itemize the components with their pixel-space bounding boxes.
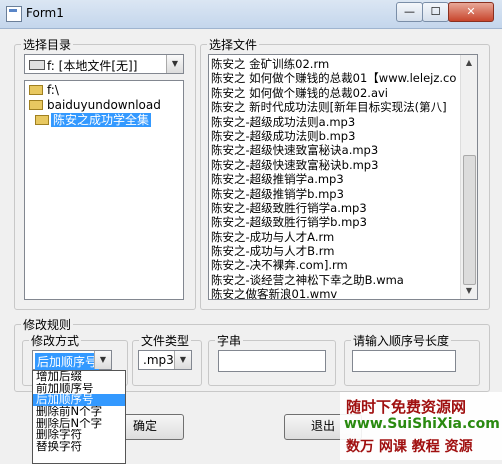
file-list-item[interactable]: 陈安之 如何做个赚钱的总裁01【www.lelejz.co xyxy=(211,71,459,85)
dir-item-label: baiduyundownload xyxy=(47,98,161,112)
mode-option[interactable]: 增加后缀 xyxy=(33,371,125,383)
seq-length-input[interactable] xyxy=(352,350,456,372)
window-title: Form1 xyxy=(26,6,64,20)
file-list-item[interactable]: 陈安之-成功与人才A.rm xyxy=(211,230,459,244)
file-list-item[interactable]: 陈安之-成功与人才B.rm xyxy=(211,244,459,258)
file-list-item[interactable]: 陈安之 新时代成功法则[新年目标实现法(第八] xyxy=(211,100,459,114)
file-list-item[interactable]: 陈安之-超级成功法则a.mp3 xyxy=(211,115,459,129)
seq-length-group-label: 请输入顺序号长度 xyxy=(351,332,452,349)
file-group-label: 选择文件 xyxy=(207,36,260,53)
mode-option[interactable]: 替换字符 xyxy=(33,441,125,453)
close-button[interactable]: ✕ xyxy=(448,2,494,22)
dir-item-root[interactable]: f:\ xyxy=(29,83,59,98)
dir-item-label: f:\ xyxy=(47,83,59,97)
maximize-button[interactable]: ☐ xyxy=(422,2,449,22)
mode-select[interactable]: 后加顺序号 ▼ xyxy=(32,350,112,370)
watermark-line-3: 数万 网课 教程 资源 xyxy=(346,439,473,455)
folder-open-icon xyxy=(29,85,43,95)
file-list-item[interactable]: 陈安之-超级致胜行销学b.mp3 xyxy=(211,215,459,229)
watermark-line-2: www.SuiShiXia.com xyxy=(344,416,500,432)
scrollbar-thumb[interactable] xyxy=(463,155,476,285)
file-list-item[interactable]: 陈安之-超级推销学b.mp3 xyxy=(211,187,459,201)
mode-option[interactable]: 前加顺序号 xyxy=(33,383,125,395)
minimize-button[interactable]: — xyxy=(396,2,423,22)
dir-group-label: 选择目录 xyxy=(21,36,74,53)
file-list-box[interactable]: 陈安之 金矿训练02.rm 陈安之 如何做个赚钱的总裁01【www.lelejz.… xyxy=(208,54,478,300)
string-input[interactable] xyxy=(218,350,326,372)
mode-dropdown-list[interactable]: 增加后缀 前加顺序号 后加顺序号 删除前N个字 删除后N个字 删除字符 替换字符 xyxy=(32,370,126,464)
mode-option[interactable]: 删除后N个字 xyxy=(33,418,125,430)
chevron-down-icon[interactable]: ▼ xyxy=(166,55,183,73)
scroll-up-icon[interactable]: ▲ xyxy=(461,55,477,71)
drive-select-value: f: [本地文件[无]] xyxy=(47,59,138,73)
file-list-item[interactable]: 陈安之-超级快速致富秘诀b.mp3 xyxy=(211,158,459,172)
rules-group-label: 修改规则 xyxy=(21,316,74,333)
dir-item-baiduyundownload[interactable]: baiduyundownload xyxy=(29,98,161,113)
drive-select[interactable]: f: [本地文件[无]] ▼ xyxy=(24,54,184,74)
file-list: 陈安之 金矿训练02.rm 陈安之 如何做个赚钱的总裁01【www.lelejz.… xyxy=(211,57,459,299)
watermark-line-1: 随时下免费资源网 xyxy=(346,398,467,416)
dir-item-selected[interactable]: 陈安之成功学全集 xyxy=(35,113,152,128)
mode-group-label: 修改方式 xyxy=(29,332,82,349)
file-list-item[interactable]: 陈安之-超级致胜行销学a.mp3 xyxy=(211,201,459,215)
string-group-label: 字串 xyxy=(215,332,244,349)
filetype-group-label: 文件类型 xyxy=(139,332,192,349)
chevron-down-icon[interactable]: ▼ xyxy=(94,351,111,369)
directory-tree[interactable]: f:\ baiduyundownload 陈安之成功学全集 xyxy=(24,80,184,300)
folder-open-icon xyxy=(29,100,43,110)
file-list-item[interactable]: 陈安之-超级推销学a.mp3 xyxy=(211,172,459,186)
dir-item-label: 陈安之成功学全集 xyxy=(51,113,152,127)
app-icon xyxy=(6,6,22,22)
file-list-item[interactable]: 陈安之做客新浪01.wmv xyxy=(211,287,459,299)
scroll-down-icon[interactable]: ▼ xyxy=(461,283,477,299)
mode-option[interactable]: 删除字符 xyxy=(33,429,125,441)
file-list-item[interactable]: 陈安之-超级快速致富秘诀a.mp3 xyxy=(211,143,459,157)
mode-select-value: 后加顺序号 xyxy=(35,353,100,370)
title-bar: Form1 — ☐ ✕ xyxy=(0,0,502,29)
mode-option[interactable]: 后加顺序号 xyxy=(33,394,125,407)
filetype-select-value: .mp3 xyxy=(143,353,174,367)
mode-option[interactable]: 删除前N个字 xyxy=(33,406,125,418)
file-list-item[interactable]: 陈安之 如何做个赚钱的总裁02.avi xyxy=(211,86,459,100)
file-list-item[interactable]: 陈安之-超级成功法则b.mp3 xyxy=(211,129,459,143)
filetype-select[interactable]: .mp3 ▼ xyxy=(138,350,192,370)
folder-open-icon xyxy=(35,115,49,125)
vertical-scrollbar[interactable]: ▲ ▼ xyxy=(460,55,477,299)
file-list-item[interactable]: 陈安之 金矿训练02.rm xyxy=(211,57,459,71)
chevron-down-icon[interactable]: ▼ xyxy=(174,351,191,369)
watermark: 随时下免费资源网 www.SuiShiXia.com 数万 网课 教程 资源 xyxy=(340,392,502,460)
file-list-item[interactable]: 陈安之-决不裸奔.com].rm xyxy=(211,258,459,272)
file-list-item[interactable]: 陈安之-谈经营之神松下幸之助B.wma xyxy=(211,273,459,287)
drive-icon xyxy=(29,60,45,70)
